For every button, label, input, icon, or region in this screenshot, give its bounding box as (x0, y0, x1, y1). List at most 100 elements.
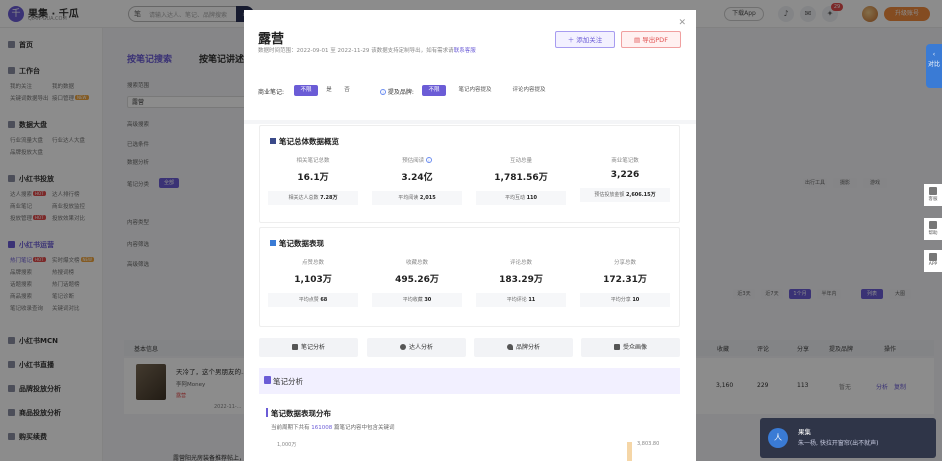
commercial-filter-label: 商业笔记: (258, 89, 285, 96)
app-root: 千 果集 · 千瓜 QIAN-GUA.COM 笔 请输入达人、笔记、品牌搜索 ⌕… (0, 0, 942, 461)
stat-foot-label: 平均点赞 (298, 297, 319, 303)
chat-sender: 果集 (798, 428, 811, 436)
stat-foot-value: 7.28万 (320, 195, 338, 201)
stat-commercial-notes: 商业笔记数 3,226 预估投放金额 2,606.15万 (577, 156, 673, 202)
stat-foot: 平均互动 110 (476, 191, 566, 205)
stat-label-text: 预估阅读 (402, 158, 425, 164)
stat-foot: 平均收藏 30 (372, 293, 462, 307)
commercial-option-yes[interactable]: 是 (322, 85, 336, 96)
section-title: 笔记分析 (273, 377, 303, 386)
action-label: 品牌分析 (515, 344, 540, 351)
stat-foot-value: 2,606.15万 (625, 192, 656, 198)
stat-value: 1,103万 (294, 275, 332, 285)
customer-service-tool[interactable]: 客服 (924, 184, 942, 206)
stat-label: 分享总数 (613, 260, 636, 266)
meta-text: 数据时间范围：2022-09-01 至 2022-11-29 该数据支持定制导出… (258, 48, 454, 54)
tool-label: APP (928, 262, 938, 267)
stat-label: 商业笔记数 (611, 158, 639, 164)
stat-foot-label: 平均收藏 (402, 297, 423, 303)
bar-chart-icon (270, 240, 276, 246)
help-tool[interactable]: 帮助 (924, 218, 942, 240)
overview-title-text: 笔记总体数据概览 (279, 137, 339, 146)
action-label: 笔记分析 (300, 344, 325, 351)
info-icon[interactable]: i (425, 157, 432, 163)
chat-message: 朱一杨, 快拉开窗帘(出不就声) (798, 440, 879, 447)
chart-bar (627, 442, 632, 461)
stat-label: 互动总量 (509, 158, 532, 164)
export-pdf-label: 导出PDF (642, 36, 668, 44)
overview-card: 笔记总体数据概览 相关笔记总数 16.1万 相关达人总数 7.28万 预估阅读 … (259, 125, 680, 223)
desc-prefix: 当前周期下共有 (271, 425, 310, 431)
commercial-option-no[interactable]: 否 (340, 85, 354, 96)
stat-foot: 平均点赞 68 (268, 293, 358, 307)
stat-label: 点赞总数 (301, 260, 324, 266)
stat-value: 172.31万 (603, 275, 647, 285)
stat-value: 3,226 (610, 170, 640, 180)
brand-option-comment[interactable]: 评论内容提及 (504, 85, 554, 96)
stat-foot-label: 相关达人总数 (288, 195, 319, 201)
stat-foot-value: 68 (320, 297, 328, 303)
divider (244, 120, 696, 124)
heart-icon (506, 344, 513, 350)
compare-label: 对比 (927, 61, 940, 68)
stat-foot-label: 平均评论 (506, 297, 527, 303)
export-pdf-button[interactable]: ▤ 导出PDF (621, 31, 681, 48)
stat-foot-value: 11 (528, 297, 536, 303)
brand-analysis-button[interactable]: 品牌分析 (474, 338, 573, 357)
brand-filter-label: i 提及品牌: (380, 87, 414, 96)
bar-value-label: 3,803.80 (637, 441, 660, 447)
stat-foot-label: 平均分享 (610, 297, 631, 303)
compare-side-tab[interactable]: ‹ 对比 (926, 44, 942, 88)
stat-likes: 点赞总数 1,103万 平均点赞 68 (265, 258, 361, 307)
note-analysis-button[interactable]: 笔记分析 (259, 338, 358, 357)
profile-icon (613, 344, 620, 350)
brand-option-content[interactable]: 笔记内容提及 (450, 85, 500, 96)
app-tool[interactable]: APP (924, 250, 942, 272)
audience-profile-button[interactable]: 受众画像 (581, 338, 680, 357)
performance-card: 笔记数据表现 点赞总数 1,103万 平均点赞 68 收藏总数 495.26万 … (259, 227, 680, 327)
distribution-desc: 当前周期下共有 161008 篇笔记内容中包含关键词 (271, 423, 395, 431)
stat-value: 183.29万 (499, 275, 543, 285)
overview-title: 笔记总体数据概览 (270, 136, 339, 147)
note-icon (291, 344, 298, 350)
add-follow-button[interactable]: ＋ 添加关注 (555, 31, 615, 48)
kol-analysis-button[interactable]: 达人分析 (367, 338, 466, 357)
commercial-option-any[interactable]: 不限 (294, 85, 318, 96)
modal-title: 露营 (258, 32, 285, 47)
user-icon (399, 344, 406, 350)
stat-foot: 预估投放金额 2,606.15万 (580, 188, 670, 202)
info-icon[interactable]: i (380, 89, 386, 95)
stat-value: 16.1万 (297, 173, 329, 183)
stat-foot-label: 平均阅读 (398, 195, 419, 201)
stat-foot: 平均分享 10 (580, 293, 670, 307)
distribution-title: 笔记数据表现分布 (271, 409, 331, 418)
brand-option-any[interactable]: 不限 (422, 85, 446, 96)
modal-meta: 数据时间范围：2022-09-01 至 2022-11-29 该数据支持定制导出… (258, 46, 476, 54)
stat-related-notes: 相关笔记总数 16.1万 相关达人总数 7.28万 (265, 156, 361, 205)
stat-comments: 评论总数 183.29万 平均评论 11 (473, 258, 569, 307)
brand-filter-text: 提及品牌: (387, 89, 414, 96)
overview-icon (270, 138, 276, 144)
keyword-analysis-modal: ✕ 露营 数据时间范围：2022-09-01 至 2022-11-29 该数据支… (244, 10, 696, 461)
stat-label: 评论总数 (509, 260, 532, 266)
stat-foot-value: 110 (526, 195, 538, 201)
add-follow-label: 添加关注 (576, 36, 603, 44)
performance-title-text: 笔记数据表现 (279, 239, 324, 248)
stat-value: 495.26万 (395, 275, 439, 285)
note-analysis-section: 笔记分析 (259, 368, 680, 394)
section-icon (264, 376, 271, 384)
stat-foot-value: 30 (424, 297, 432, 303)
stat-foot-label: 预估投放金额 (594, 192, 625, 198)
plus-icon: ＋ (567, 36, 577, 44)
contact-service-link[interactable]: 联系客服 (454, 48, 476, 54)
stat-value: 3.24亿 (401, 173, 433, 183)
stat-est-reads: 预估阅读 i 3.24亿 平均阅读 2,015 (369, 156, 465, 205)
stat-foot-value: 10 (632, 297, 640, 303)
close-icon[interactable]: ✕ (678, 18, 686, 28)
chat-notification[interactable]: 人 果集 朱一杨, 快拉开窗帘(出不就声) (760, 418, 936, 458)
subtitle-marker (266, 408, 268, 417)
y-axis-top-label: 1,000万 (277, 442, 297, 448)
headset-icon (929, 187, 937, 195)
stat-label: 相关笔记总数 (296, 158, 330, 164)
phone-icon (929, 253, 937, 261)
